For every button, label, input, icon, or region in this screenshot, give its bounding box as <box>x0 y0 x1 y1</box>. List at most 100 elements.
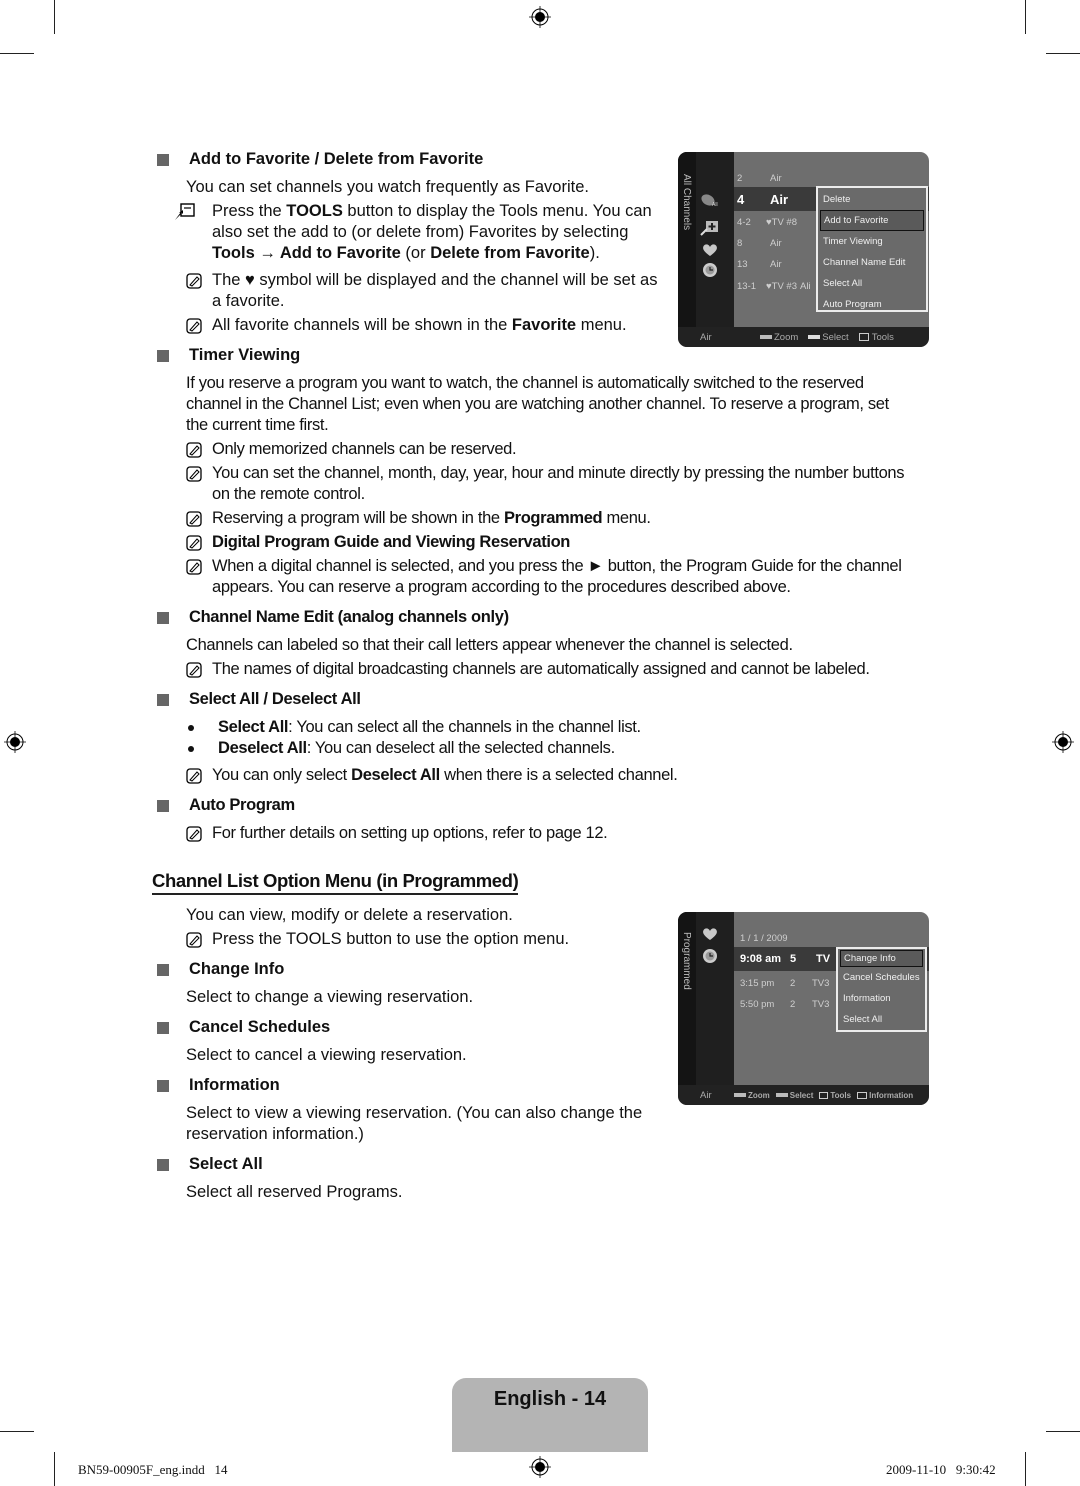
heading-channel-name-edit: Channel Name Edit (analog channels only) <box>157 608 509 627</box>
change-info-body: Select to change a viewing reservation. <box>186 988 474 1006</box>
section-bullet-icon <box>157 611 169 624</box>
note-tools-option: Press the TOOLS button to use the option… <box>186 929 666 950</box>
section-bullet-icon <box>157 963 169 976</box>
note-icon <box>186 826 202 842</box>
favorite-heart-icon <box>703 928 717 940</box>
select-hint: Select <box>775 1091 813 1100</box>
color-key-icon <box>760 334 772 339</box>
heading-auto-program: Auto Program <box>157 796 295 815</box>
bullet-select-all: Select All: You can select all the chann… <box>186 717 641 738</box>
section-bullet-icon <box>157 799 169 812</box>
zoom-hint: Zoom <box>734 1091 770 1100</box>
program-date: 1 / 1 / 2009 <box>740 932 788 944</box>
note-favorite-symbol: The ♥ symbol will be displayed and the c… <box>186 270 666 312</box>
note-dpg-heading: Digital Program Guide and Viewing Reserv… <box>186 532 911 553</box>
heading-information: Information <box>157 1076 280 1095</box>
menu-item-cancel-schedules[interactable]: Cancel Schedules <box>840 967 923 988</box>
programmed-intro: You can view, modify or delete a reserva… <box>186 906 513 924</box>
info-hint: Information <box>857 1091 913 1100</box>
menu-item-auto-program[interactable]: Auto Program <box>820 294 924 315</box>
section-bullet-icon <box>157 349 169 362</box>
menu-item-timer-viewing[interactable]: Timer Viewing <box>820 231 924 252</box>
note-icon <box>186 273 202 289</box>
crop-mark <box>54 0 55 34</box>
bullet-deselect-all: Deselect All: You can deselect all the s… <box>186 738 615 759</box>
color-key-icon <box>734 1093 746 1098</box>
tv-side-label: Programmed <box>681 932 692 990</box>
menu-item-channel-name-edit[interactable]: Channel Name Edit <box>820 252 924 273</box>
note-icon <box>186 511 202 527</box>
menu-item-information[interactable]: Information <box>840 988 923 1009</box>
bullet-dot-icon <box>188 725 194 731</box>
tools-hint: Tools <box>819 1091 851 1100</box>
tools-hint: Tools <box>858 332 894 343</box>
menu-item-delete[interactable]: Delete <box>820 189 924 210</box>
all-channels-icon: All <box>701 194 718 208</box>
note-icon <box>186 466 202 482</box>
note-number-buttons: You can set the channel, month, day, yea… <box>186 463 911 505</box>
note-deselect-all: You can only select Deselect All when th… <box>186 765 911 786</box>
crop-mark <box>1046 53 1080 54</box>
tv-screen-programmed: Programmed 1 / 1 / 2009 9:08 am 5 TV 3:15 … <box>678 912 929 1105</box>
crop-mark <box>54 1452 55 1486</box>
cancel-schedules-body: Select to cancel a viewing reservation. <box>186 1046 467 1064</box>
info-icon <box>857 1091 868 1099</box>
programmed-clock-icon <box>703 263 717 277</box>
registration-mark-icon <box>4 731 26 753</box>
crop-mark <box>1046 1431 1080 1432</box>
section-title-programmed: Channel List Option Menu (in Programmed) <box>152 870 519 895</box>
name-edit-body: Channels can labeled so that their call … <box>186 636 793 654</box>
file-name: BN59-00905F_eng.indd 14 <box>78 1462 228 1477</box>
tools-icon <box>175 203 195 220</box>
color-key-icon <box>808 334 821 339</box>
svg-text:All: All <box>712 202 718 208</box>
heading-change-info: Change Info <box>157 960 284 979</box>
tv-bottom-bar: Air Zoom Select Tools <box>678 327 929 347</box>
zoom-hint: Zoom <box>760 332 798 343</box>
tools-note: Press the TOOLS button to display the To… <box>175 201 666 264</box>
note-icon <box>186 559 202 575</box>
note-auto-program: For further details on setting up option… <box>186 823 911 844</box>
menu-item-select-all[interactable]: Select All <box>820 273 924 294</box>
note-programmed-menu: Reserving a program will be shown in the… <box>186 508 911 529</box>
crop-mark <box>0 1431 34 1432</box>
heading-cancel-schedules: Cancel Schedules <box>157 1018 330 1037</box>
note-icon <box>186 932 202 948</box>
heading-timer-viewing: Timer Viewing <box>157 346 300 365</box>
print-timestamp: 2009-11-10 9:30:42 <box>886 1462 996 1477</box>
select-all-programs-body: Select all reserved Programs. <box>186 1183 403 1201</box>
note-icon <box>186 318 202 334</box>
note-digital-channel: When a digital channel is selected, and … <box>186 556 911 598</box>
crop-mark <box>1025 1452 1026 1486</box>
channel-row[interactable]: 2 Air <box>734 168 929 188</box>
bullet-dot-icon <box>188 746 194 752</box>
timer-body: If you reserve a program you want to wat… <box>186 374 889 434</box>
tv-bottom-bar: Air Zoom Select Tools Information <box>678 1085 929 1105</box>
tools-icon <box>819 1091 829 1099</box>
tv-side-label: All Channels <box>681 174 692 231</box>
registration-mark-icon <box>529 6 551 28</box>
menu-item-select-all[interactable]: Select All <box>840 1009 923 1030</box>
add-fav-intro: You can set channels you watch frequentl… <box>186 178 589 196</box>
section-bullet-icon <box>157 1079 169 1092</box>
heading-select-all: Select All / Deselect All <box>157 690 361 709</box>
heading-select-all-programs: Select All <box>157 1155 263 1174</box>
tv-screen-all-channels: All Channels All 2 Air 4 Air 4-2 ♥TV #8 8 Ai… <box>678 152 929 347</box>
section-bullet-icon <box>157 1158 169 1171</box>
note-memorized: Only memorized channels can be reserved. <box>186 439 911 460</box>
added-channels-icon <box>700 221 718 236</box>
note-icon <box>186 662 202 678</box>
color-key-icon <box>775 1093 788 1098</box>
note-digital-names: The names of digital broadcasting channe… <box>186 659 926 680</box>
manual-page: Add to Favorite / Delete from Favorite Y… <box>0 0 1080 1486</box>
note-favorite-menu: All favorite channels will be shown in t… <box>186 315 666 336</box>
heading-add-to-favorite: Add to Favorite / Delete from Favorite <box>157 150 483 169</box>
menu-item-add-to-favorite[interactable]: Add to Favorite <box>820 210 924 231</box>
information-body: Select to view a viewing reservation. (Y… <box>186 1104 643 1143</box>
section-bullet-icon <box>157 1021 169 1034</box>
section-bullet-icon <box>157 693 169 706</box>
registration-mark-icon <box>529 1456 551 1478</box>
favorite-heart-icon <box>703 244 717 256</box>
tools-icon <box>858 332 869 341</box>
menu-item-change-info[interactable]: Change Info <box>840 950 923 967</box>
